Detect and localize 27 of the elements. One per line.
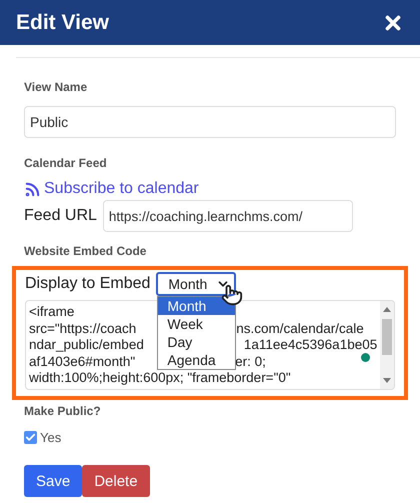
public-checkbox[interactable] bbox=[24, 431, 37, 444]
field-label: View Name bbox=[24, 80, 88, 94]
dialog-title: Edit View bbox=[16, 10, 109, 34]
field-label: Website Embed Code bbox=[24, 244, 146, 258]
view-name-field[interactable]: Public bbox=[24, 106, 396, 138]
feed-url-field[interactable]: https://coaching.learnchms.com/ bbox=[102, 200, 353, 232]
display-label: Display to Embed bbox=[25, 275, 150, 293]
status-dot-icon bbox=[361, 353, 370, 362]
code-text: ns.com/calendar/cale bbox=[236, 320, 364, 337]
checkbox-label: Yes bbox=[40, 430, 62, 445]
subscribe-link[interactable]: Subscribe to calendar bbox=[44, 180, 199, 198]
code-text: width:100%;height:600px; "frameborder="0" bbox=[29, 370, 291, 386]
scrollbar[interactable] bbox=[380, 301, 394, 389]
delete-button[interactable]: Delete bbox=[82, 465, 150, 497]
code-text: ndar_public/embed bbox=[29, 337, 144, 354]
code-text: 1a11ee4c5396a1be05 bbox=[244, 337, 378, 354]
code-text: er: 0; bbox=[235, 354, 266, 370]
display-select[interactable]: Month bbox=[156, 272, 236, 296]
code-text: <iframe bbox=[29, 304, 74, 320]
code-text: af1403e6#month" bbox=[29, 354, 136, 370]
save-button[interactable]: Save bbox=[24, 465, 82, 497]
field-label: Calendar Feed bbox=[24, 156, 107, 170]
rss-icon bbox=[24, 180, 41, 198]
code-text: src="https://coach bbox=[29, 320, 136, 337]
feed-url-label: Feed URL bbox=[24, 207, 97, 225]
dropdown-option[interactable]: Month bbox=[158, 297, 236, 315]
field-label: Make Public? bbox=[24, 404, 101, 418]
